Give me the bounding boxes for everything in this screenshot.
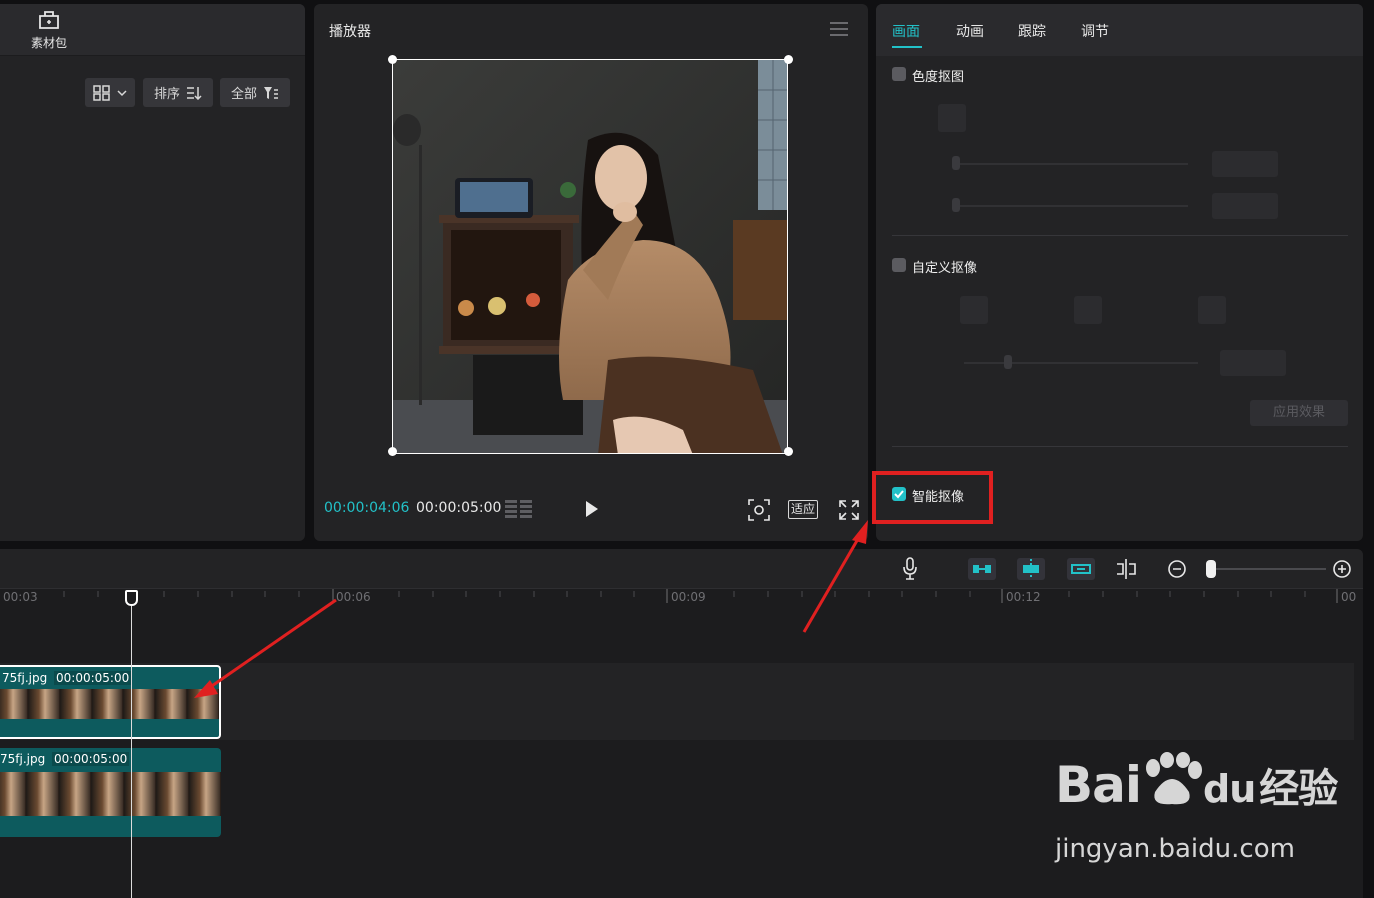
zoom-out-icon[interactable] [1167,557,1187,581]
intensity-knob-disabled [952,156,960,170]
auto-snap-icon[interactable] [1016,557,1046,581]
chroma-key-label: 色度抠图 [912,70,965,85]
microphone-icon[interactable] [902,557,918,581]
ruler-label: 00:06 [336,590,371,604]
watermark-logo-text-2: du [1203,767,1256,811]
intensity-slider-disabled [956,163,1188,165]
properties-tabbar: 画面 动画 跟踪 调节 [876,4,1363,56]
custom-cutout-checkbox[interactable] [892,258,906,272]
menu-icon[interactable] [830,22,848,36]
resize-handle-tr[interactable] [784,55,793,64]
section-divider [892,446,1348,447]
resize-handle-br[interactable] [784,447,793,456]
clip-name: 75fj.jpg [2,671,48,685]
crop-focus-icon[interactable] [748,499,770,521]
annotation-highlight-box [872,471,993,524]
ruler-label: 00:12 [1006,590,1041,604]
tab-animation[interactable]: 动画 [956,21,984,41]
filter-icon [264,86,278,99]
current-time: 00:00:04:06 [324,500,410,516]
linkage-icon[interactable] [1066,557,1096,581]
smart-brush-tool-disabled [1198,296,1226,324]
paw-icon [1141,752,1203,805]
zoom-in-icon[interactable] [1332,557,1352,581]
brush-tool-disabled [960,296,988,324]
material-tab-label: 素材包 [30,36,67,50]
resize-handle-bl[interactable] [388,447,397,456]
timeline-toolbar [0,549,1363,589]
active-tab-indicator [892,46,922,48]
tab-adjust[interactable]: 调节 [1081,21,1109,41]
filter-button[interactable]: 全部 [220,78,290,107]
sort-button[interactable]: 排序 [143,78,213,107]
fit-ratio-button[interactable]: 适应 [788,500,819,519]
sort-icon [187,86,202,100]
video-clip[interactable]: 75fj.jpg 00:00:05:00 [0,748,221,837]
ruler-label: 00:09 [671,590,706,604]
shadow-value-disabled [1212,193,1278,219]
sort-label: 排序 [153,87,180,102]
playhead-handle[interactable] [125,590,138,606]
playhead-line[interactable] [131,593,132,898]
package-icon [39,11,59,29]
media-tabbar: 素材包 [0,4,305,56]
properties-panel: 画面 动画 跟踪 调节 色度抠图 自定义抠像 应用效果 智能抠像 [876,4,1363,541]
filter-label: 全部 [230,87,257,102]
section-divider [892,235,1348,236]
clip-thumbnails [0,772,221,816]
tab-tracking[interactable]: 跟踪 [1018,21,1046,41]
color-picker-disabled [938,104,966,132]
player-title: 播放器 [329,24,371,40]
chevron-down-icon [117,89,127,96]
video-preview[interactable] [392,59,788,454]
shadow-slider-disabled [956,205,1188,207]
chroma-key-checkbox[interactable] [892,67,906,81]
material-tab[interactable]: 素材包 [20,10,78,54]
video-clip-selected[interactable]: 75fj.jpg 00:00:05:00 [0,665,221,739]
play-icon[interactable] [584,500,600,518]
media-panel: 素材包 排序 全部 [0,4,305,541]
custom-cutout-label: 自定义抠像 [912,261,978,276]
tab-picture[interactable]: 画面 [892,21,920,41]
watermark-url: jingyan.baidu.com [1055,834,1295,864]
shadow-knob-disabled [952,198,960,212]
clip-duration: 00:00:05:00 [52,752,130,766]
brush-size-knob-disabled [1004,355,1012,369]
clip-name: 75fj.jpg [0,752,46,766]
apply-effect-button[interactable]: 应用效果 [1250,400,1348,426]
fullscreen-icon[interactable] [839,500,859,520]
resize-handle-tl[interactable] [388,55,397,64]
preview-axis-icon[interactable] [1114,557,1138,581]
watermark-logo-cn: 经验 [1259,766,1338,812]
watermark-logo-text: Bai [1055,756,1142,814]
zoom-slider-knob[interactable] [1206,560,1216,578]
grid-view-icon [93,84,110,101]
player-panel: 播放器 00:00:04:06 00:00:05:00 适应 [314,4,868,541]
total-time: 00:00:05:00 [416,500,502,516]
eraser-tool-disabled [1074,296,1102,324]
view-mode-button[interactable] [85,78,135,107]
brush-size-value-disabled [1220,350,1286,376]
clip-thumbnails [0,689,219,719]
ruler-label: 00 [1341,590,1357,604]
baidu-watermark: Bai du 经验 jingyan.baidu.com [1055,752,1338,864]
main-track-magnet-icon[interactable] [967,557,997,581]
zoom-slider-track[interactable] [1214,568,1326,570]
intensity-value-disabled [1212,151,1278,177]
ruler-label: 00:03 [3,590,38,604]
preview-image [393,60,787,453]
clip-duration: 00:00:05:00 [54,671,132,685]
brush-size-slider-disabled [964,362,1198,364]
list-grid-icon[interactable] [505,500,533,518]
